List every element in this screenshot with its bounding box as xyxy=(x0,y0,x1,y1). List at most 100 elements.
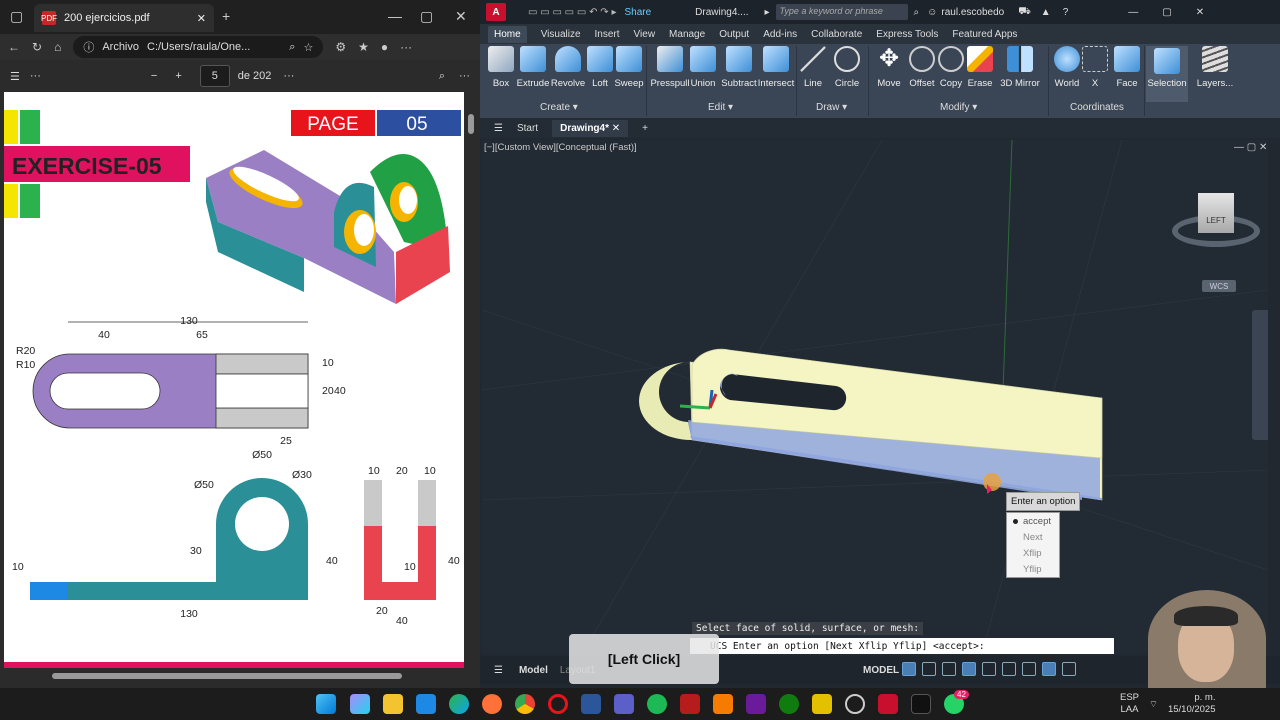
close-file-tab-icon[interactable]: ✕ xyxy=(612,123,620,134)
settings-icon[interactable] xyxy=(845,694,865,714)
extensions-icon[interactable]: ⚙ xyxy=(335,40,346,54)
profile-avatar-icon[interactable]: ● xyxy=(381,40,388,54)
intersect-button[interactable]: Intersect xyxy=(756,46,796,89)
x-ucs-button[interactable]: X xyxy=(1078,46,1112,89)
pdf-tab[interactable]: PDF 200 ejercicios.pdf ✕ xyxy=(34,4,214,32)
command-line[interactable]: UCS Enter an option [Next Xflip Yflip] <… xyxy=(690,638,1114,654)
pdf-vertical-scrollbar[interactable] xyxy=(466,92,476,668)
address-field[interactable]: ⓘ Archivo C:/Users/raula/One... ⌕ ☆ xyxy=(73,36,324,58)
start-icon[interactable] xyxy=(316,694,336,714)
tab-home[interactable]: Home xyxy=(488,25,527,43)
fusion-icon[interactable] xyxy=(713,694,733,714)
tab-view[interactable]: View xyxy=(634,29,656,40)
contents-icon[interactable]: ☰ xyxy=(10,70,20,83)
menu-item-accept[interactable]: accept xyxy=(1007,513,1059,529)
face-ucs-button[interactable]: Face xyxy=(1110,46,1144,89)
drawing-viewport[interactable]: [−][Custom View][Conceptual (Fast)] — ▢ … xyxy=(482,140,1268,654)
exchange-icon[interactable]: ▲ xyxy=(1041,7,1051,18)
file-tab-start[interactable]: Start xyxy=(517,123,538,134)
tab-add-ins[interactable]: Add-ins xyxy=(763,29,797,40)
menu-item-yflip[interactable]: Yflip xyxy=(1007,561,1059,577)
tab-featured-apps[interactable]: Featured Apps xyxy=(952,29,1017,40)
tiktok-icon[interactable] xyxy=(911,694,931,714)
subtract-button[interactable]: Subtract xyxy=(719,46,759,89)
wcs-menu[interactable]: WCS xyxy=(1202,280,1236,292)
tab-collaborate[interactable]: Collaborate xyxy=(811,29,862,40)
grid-icon[interactable] xyxy=(902,662,916,676)
acad-maximize-icon[interactable]: ▢ xyxy=(1162,7,1171,18)
collections-icon[interactable]: ★ xyxy=(358,40,369,54)
help-icon[interactable]: ? xyxy=(1063,7,1069,18)
cart-icon[interactable]: ⛟ xyxy=(1018,6,1031,19)
file-tabs-menu-icon[interactable]: ☰ xyxy=(494,123,503,134)
minimize-icon[interactable]: — xyxy=(388,8,402,24)
tab-output[interactable]: Output xyxy=(719,29,749,40)
help-search-input[interactable]: Type a keyword or phrase xyxy=(775,4,908,20)
model-tab[interactable]: Model xyxy=(519,665,548,676)
erase-button[interactable]: Erase xyxy=(963,46,997,89)
polar-icon[interactable] xyxy=(962,662,976,676)
navigation-bar[interactable] xyxy=(1252,310,1268,440)
file-explorer-icon[interactable] xyxy=(383,694,403,714)
acad-close-icon[interactable]: ✕ xyxy=(1196,7,1204,18)
new-file-tab-icon[interactable]: + xyxy=(642,123,648,134)
close-window-icon[interactable]: ✕ xyxy=(455,8,467,25)
tab-visualize[interactable]: Visualize xyxy=(541,29,581,40)
presspull-button[interactable]: Presspull xyxy=(650,46,690,89)
back-icon[interactable]: ← xyxy=(8,40,20,54)
search-dropdown-icon[interactable]: ▸ xyxy=(765,7,770,18)
find-icon[interactable]: ⌕ xyxy=(439,70,445,83)
user-name[interactable]: raul.escobedo xyxy=(941,7,1004,18)
layers-button[interactable]: Layers... xyxy=(1194,46,1236,89)
tab-actions-icon[interactable]: ▢ xyxy=(10,8,23,25)
panel-edit-label[interactable]: Edit ▾ xyxy=(708,102,733,113)
viewcube-face[interactable]: LEFT xyxy=(1198,193,1234,233)
scroll-thumb[interactable] xyxy=(468,114,474,134)
menu-item-xflip[interactable]: Xflip xyxy=(1007,545,1059,561)
snap-icon[interactable] xyxy=(922,662,936,676)
file-tab-drawing4[interactable]: Drawing4* ✕ xyxy=(552,119,629,137)
more-icon[interactable]: ··· xyxy=(400,40,412,54)
spotify-icon[interactable] xyxy=(647,694,667,714)
acad-minimize-icon[interactable]: — xyxy=(1128,7,1138,18)
zoom-in-button[interactable]: + xyxy=(175,70,181,82)
panel-create-label[interactable]: Create ▾ xyxy=(540,102,578,113)
notes-icon[interactable] xyxy=(812,694,832,714)
tab-manage[interactable]: Manage xyxy=(669,29,705,40)
union-button[interactable]: Union xyxy=(686,46,720,89)
close-tab-icon[interactable]: ✕ xyxy=(197,12,206,25)
maximize-icon[interactable]: ▢ xyxy=(420,8,433,25)
selection-button[interactable]: Selection xyxy=(1146,46,1188,102)
selection-cycling-icon[interactable] xyxy=(1022,662,1036,676)
ortho-icon[interactable] xyxy=(942,662,956,676)
model-space-toggle[interactable]: MODEL xyxy=(863,665,899,676)
language-indicator[interactable]: ESP LAA xyxy=(1120,692,1139,716)
obs-icon[interactable] xyxy=(746,694,766,714)
panel-coordinates-label[interactable]: Coordinates xyxy=(1070,102,1124,113)
zoom-out-button[interactable]: − xyxy=(151,70,157,82)
favorite-icon[interactable]: ☆ xyxy=(303,41,313,54)
autocad-taskbar-icon[interactable] xyxy=(878,694,898,714)
extrude-button[interactable]: Extrude xyxy=(516,46,550,89)
teams-icon[interactable] xyxy=(614,694,634,714)
circle-button[interactable]: Circle xyxy=(830,46,864,89)
refresh-icon[interactable]: ↻ xyxy=(32,40,42,54)
annotation-scale-icon[interactable] xyxy=(1042,662,1056,676)
page-number-input[interactable]: 5 xyxy=(199,65,230,87)
share-button[interactable]: Share xyxy=(624,7,651,18)
box-button[interactable]: Box xyxy=(484,46,518,89)
wifi-icon[interactable]: ⌔ xyxy=(1149,699,1158,710)
pdf-horizontal-scrollbar[interactable] xyxy=(4,670,464,682)
quick-access-icons[interactable]: ▭ ▭ ▭ ▭ ▭ ↶ ↷ ▸ xyxy=(528,7,616,18)
home-icon[interactable]: ⌂ xyxy=(54,40,61,54)
xbox-icon[interactable] xyxy=(779,694,799,714)
menu-item-next[interactable]: Next xyxy=(1007,529,1059,545)
edge-icon[interactable] xyxy=(449,694,469,714)
settings-more-icon[interactable]: ··· xyxy=(459,70,470,82)
tab-express-tools[interactable]: Express Tools xyxy=(876,29,938,40)
viewcube[interactable]: LEFT xyxy=(1172,185,1262,265)
copilot-icon[interactable] xyxy=(350,694,370,714)
revolve-button[interactable]: Revolve xyxy=(551,46,585,89)
clock[interactable]: p. m. 15/10/2025 xyxy=(1168,692,1216,716)
line-button[interactable]: Line xyxy=(796,46,830,89)
